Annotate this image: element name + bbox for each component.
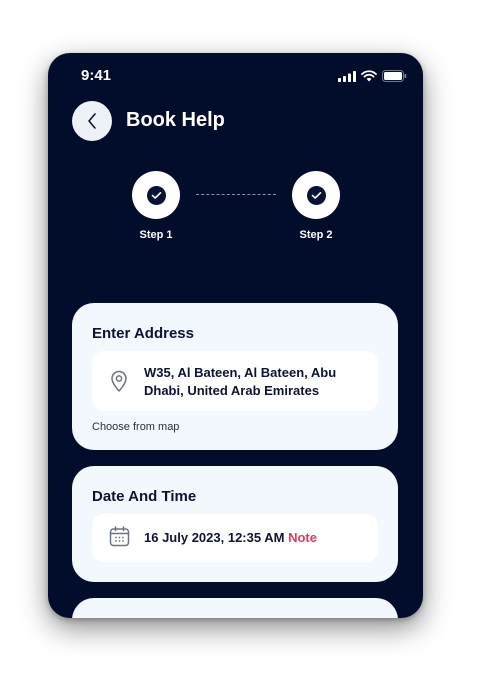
- step-1-indicator: [132, 171, 180, 219]
- datetime-field[interactable]: 16 July 2023, 12:35 AM Note: [92, 514, 378, 562]
- datetime-title: Date And Time: [92, 488, 197, 505]
- page-title: Book Help: [126, 109, 225, 131]
- choose-from-map-link[interactable]: Choose from map: [92, 421, 179, 433]
- datetime-value: 16 July 2023, 12:35 AM: [144, 530, 285, 545]
- battery-icon: [382, 70, 407, 82]
- step-connector: [196, 194, 276, 195]
- wifi-icon: [361, 70, 377, 82]
- address-card: Enter Address W35, Al Bateen, Al Bateen,…: [72, 303, 398, 450]
- location-pin-icon: [111, 370, 127, 392]
- step-1-label: Step 1: [139, 229, 173, 241]
- chevron-left-icon: [88, 113, 96, 129]
- phone-screen: 9:41 Book Help Step 1 Step 2 Enter Addre…: [48, 53, 423, 618]
- address-title: Enter Address: [92, 325, 194, 342]
- address-value: W35, Al Bateen, Al Bateen, Abu Dhabi, Un…: [144, 365, 337, 398]
- step-2-indicator: [292, 171, 340, 219]
- next-card: [72, 598, 398, 618]
- calendar-icon: [109, 526, 130, 547]
- note-link[interactable]: Note: [288, 530, 317, 545]
- step-2-label: Step 2: [299, 229, 333, 241]
- check-icon: [306, 185, 326, 205]
- signal-icon: [338, 70, 356, 82]
- check-icon: [146, 185, 166, 205]
- datetime-card: Date And Time 16 July 2023, 12:35 AM Not…: [72, 466, 398, 582]
- datetime-row: 16 July 2023, 12:35 AM Note: [144, 530, 317, 545]
- status-icons: [338, 70, 407, 82]
- address-field[interactable]: W35, Al Bateen, Al Bateen, Abu Dhabi, Un…: [92, 351, 378, 411]
- status-time: 9:41: [81, 67, 112, 84]
- back-button[interactable]: [72, 101, 112, 141]
